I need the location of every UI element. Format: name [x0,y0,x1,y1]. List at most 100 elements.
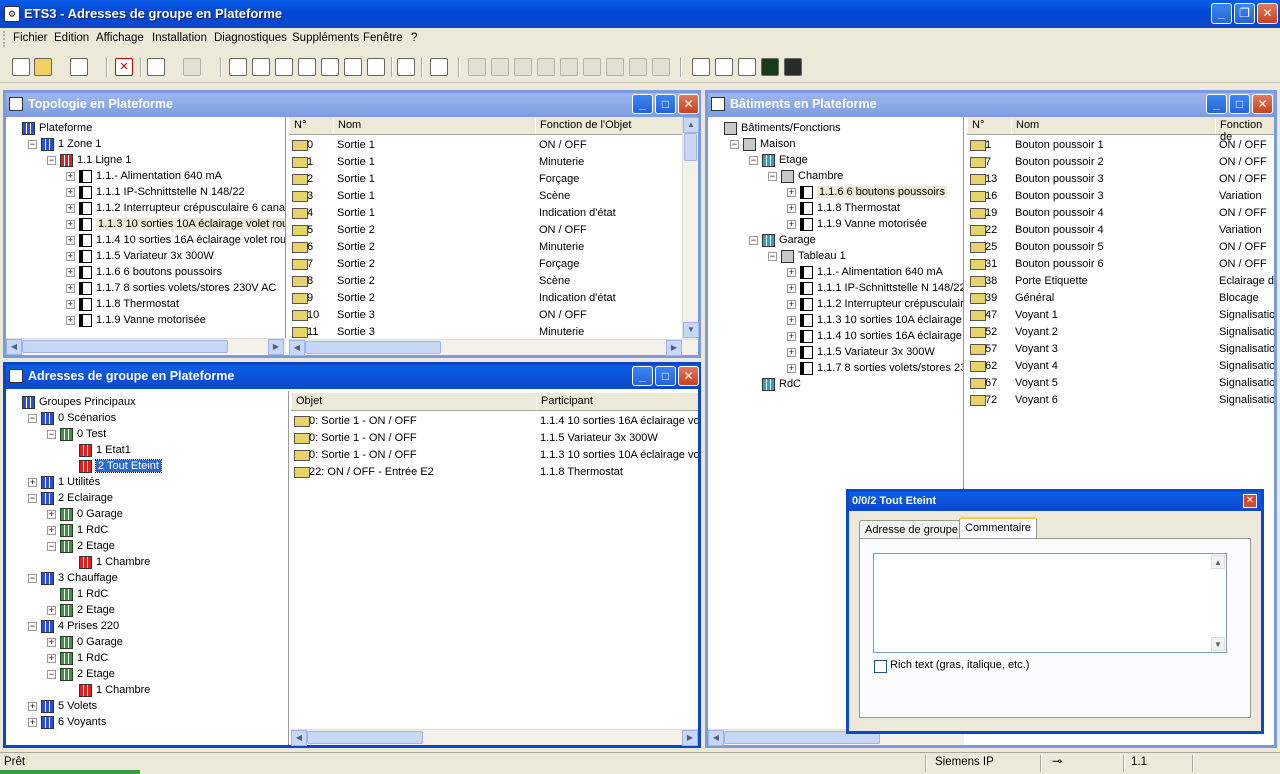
tree-node[interactable]: − 0 Scénarios [28,410,116,426]
column-header[interactable]: Objet [291,395,322,409]
scroll-right-arrow-icon[interactable]: ▶ [682,730,698,746]
scroll-thumb[interactable] [684,133,697,161]
list-item[interactable]: 16 Bouton poussoir 3 Variation [967,188,1274,205]
scroll-up-arrow-icon[interactable]: ▲ [683,117,699,133]
list-item[interactable]: 52 Voyant 2 Signalisation [967,324,1274,341]
collapse-icon[interactable]: − [768,171,777,181]
list-item[interactable]: 47 Voyant 1 Signalisation [967,307,1274,324]
buildings-maximize-button[interactable]: □ [1229,94,1250,114]
list-item[interactable]: 9 Sortie 2 Indication d'état [289,290,682,307]
tree-node[interactable]: +5 Volets [28,698,97,714]
list-item[interactable]: 5 Sortie 2 ON / OFF [289,222,682,239]
tree-node[interactable]: − Garage [749,232,816,248]
monitor-icon[interactable] [761,58,779,76]
list-item[interactable]: 0 Sortie 1 ON / OFF [289,137,682,154]
list-item[interactable]: 19 Bouton poussoir 4 ON / OFF [967,205,1274,222]
tree-node[interactable]: − 4 Prises 220 [28,618,119,634]
topology-minimize-button[interactable]: _ [632,94,653,114]
expand-icon[interactable]: + [66,251,75,261]
tree-node[interactable]: Bâtiments/Fonctions [711,120,841,136]
expand-icon[interactable]: + [787,283,796,293]
tree-node[interactable]: +1.1.4 10 sorties 16A éclairage volet ro… [66,232,285,248]
tree-node[interactable]: +1.1.6 6 boutons poussoirs [787,184,947,200]
buildings-minimize-button[interactable]: _ [1206,94,1227,114]
menu-fenetre[interactable]: Fenêtre [363,32,403,44]
tree-node[interactable]: +1.1.5 Variateur 3x 300W [66,248,214,264]
scroll-left-arrow-icon[interactable]: ◀ [708,730,724,746]
expand-icon[interactable]: + [28,717,37,727]
tree-node[interactable]: − 2 Eclairage [28,490,113,506]
expand-icon[interactable]: + [47,525,56,535]
topology-tree-hscroll[interactable]: ◀ ▶ [6,338,286,355]
list-item[interactable]: 6 Sortie 2 Minuterie [289,239,682,256]
list-item[interactable]: 67 Voyant 5 Signalisation [967,375,1274,392]
list-item[interactable]: 7 Sortie 2 Forçage [289,256,682,273]
tree-node[interactable]: 1 Chambre [66,682,150,698]
collapse-icon[interactable]: − [28,621,37,631]
comment-textarea[interactable]: ▲ ▼ [873,553,1227,653]
group-address-icon[interactable] [344,58,362,76]
list-item[interactable]: 31 Bouton poussoir 6 ON / OFF [967,256,1274,273]
groups-maximize-button[interactable]: □ [655,366,676,386]
copy-icon[interactable] [70,58,88,76]
import-icon[interactable] [715,58,733,76]
tree-node[interactable]: − 3 Chauffage [28,570,118,586]
list-item[interactable]: 0: Sortie 1 - ON / OFF 1.1.3 10 sorties 1… [291,447,698,464]
tree-node[interactable]: − 2 Etage [47,538,115,554]
list-item[interactable]: 4 Sortie 1 Indication d'état [289,205,682,222]
tree-node[interactable]: +1.1.3 10 sorties 10A éclairage volet ro… [66,216,285,232]
collapse-icon[interactable]: − [768,251,777,261]
tree-node[interactable]: 1 Chambre [66,554,150,570]
column-header[interactable]: Nom [1011,119,1039,133]
scroll-left-arrow-icon[interactable]: ◀ [291,730,307,746]
menu-installation[interactable]: Installation [152,32,207,44]
reset-icon[interactable] [629,58,647,76]
tab-adresse-de-groupe[interactable]: Adresse de groupe [859,520,964,540]
column-header[interactable]: Fonction de l'Objet [535,119,631,133]
rich-text-checkbox[interactable] [874,660,887,673]
dialog-close-icon[interactable]: ✕ [1243,494,1257,508]
menu-help[interactable]: ? [411,32,417,44]
expand-icon[interactable]: + [66,219,75,229]
group-objects-list[interactable]: Objet Participant 0: Sortie 1 - ON / OFF 1.… [291,393,698,729]
download-app-icon[interactable] [514,58,532,76]
view-icon[interactable] [298,58,316,76]
group-addresses-tree[interactable]: Groupes Principaux −0 Scénarios −0 Test 1 E… [6,391,289,745]
expand-icon[interactable]: + [66,187,75,197]
tree-node[interactable]: +1.1.9 Vanne motorisée [66,312,206,328]
expand-icon[interactable]: + [47,605,56,615]
topology-tree[interactable]: Plateforme −1 Zone 1−1.1 Ligne 1 +1.1.- Al… [6,117,286,345]
tree-node[interactable]: +1.1.4 10 sorties 16A éclairage v [787,328,963,344]
expand-icon[interactable]: + [47,509,56,519]
scroll-thumb[interactable] [22,340,228,353]
tree-node[interactable]: +6 Voyants [28,714,106,730]
column-header[interactable]: Fonction de [1215,119,1274,143]
list-item[interactable]: 39 Général Blocage [967,290,1274,307]
list-item[interactable]: 62 Voyant 4 Signalisation [967,358,1274,375]
list-item[interactable]: 10 Sortie 3 ON / OFF [289,307,682,324]
filter-icon[interactable] [229,58,247,76]
tree-node[interactable]: − Maison [730,136,795,152]
topology-list-hscroll[interactable]: ◀ ▶ [289,339,698,356]
scroll-down-arrow-icon[interactable]: ▼ [1211,637,1225,651]
tree-node[interactable]: 2 Tout Eteint [66,458,162,474]
expand-icon[interactable]: + [47,653,56,663]
list-item[interactable]: 25 Bouton poussoir 5 ON / OFF [967,239,1274,256]
list-item[interactable]: 13 Bouton poussoir 3 ON / OFF [967,171,1274,188]
tree-node[interactable]: Groupes Principaux [9,394,136,410]
list-item[interactable]: 22 Bouton poussoir 4 Variation [967,222,1274,239]
expand-icon[interactable]: + [787,299,796,309]
topology-objects-list[interactable]: N° Nom Fonction de l'Objet 0 Sortie 1 ON / OF… [289,117,682,339]
list-item[interactable]: 57 Voyant 3 Signalisation [967,341,1274,358]
collapse-icon[interactable]: − [28,139,37,149]
list-item[interactable]: 1 Sortie 1 Minuterie [289,154,682,171]
tree-node[interactable]: +1.1.7 8 sorties volets/stores 230V AC [66,280,276,296]
tree-node[interactable]: +1 Utilités [28,474,100,490]
expand-icon[interactable]: + [66,315,75,325]
menu-edition[interactable]: Edition [54,32,89,44]
tree-node[interactable]: − 1.1 Ligne 1 [47,152,131,168]
tree-node[interactable]: +1.1.1 IP-Schnittstelle N 148/22 [787,280,963,296]
list-item[interactable]: 22: ON / OFF - Entrée E2 1.1.8 Thermostat [291,464,698,481]
list-item[interactable]: 3 Sortie 1 Scène [289,188,682,205]
restore-button[interactable]: ❐ [1234,3,1255,24]
